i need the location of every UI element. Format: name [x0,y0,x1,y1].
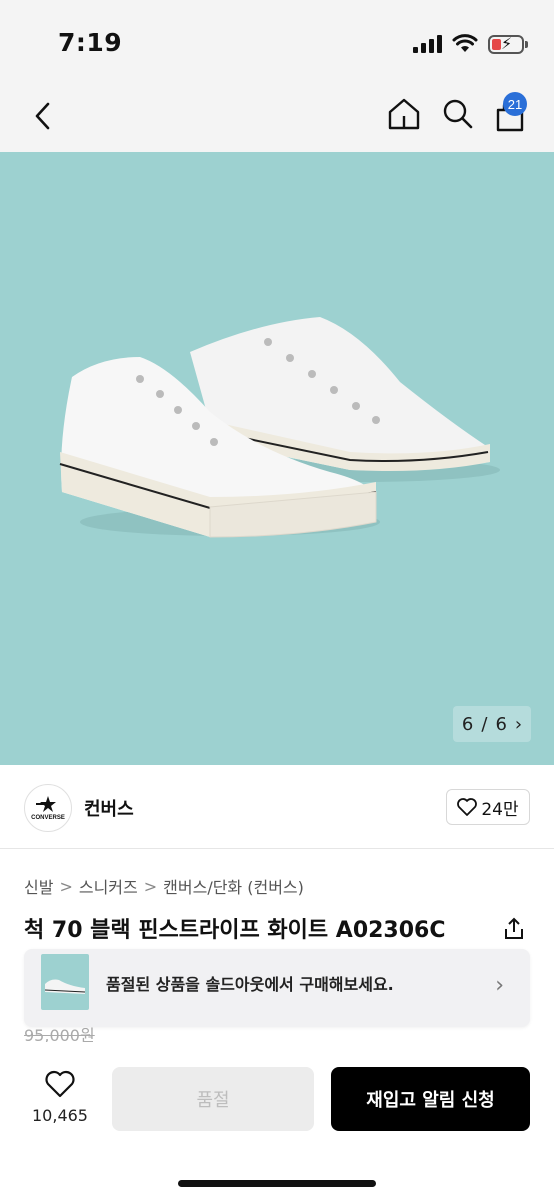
breadcrumb: 신발 > 스니커즈 > 캔버스/단화 (컨버스) [24,874,304,898]
nav-bar [0,84,554,152]
breadcrumb-item[interactable]: 캔버스/단화 (컨버스) [163,874,304,898]
status-bar: 7:19 ⚡ [0,0,554,84]
image-counter[interactable]: 6 / 6 › [453,706,531,742]
bottom-action-bar: 10,465 품절 재입고 알림 신청 [0,1044,554,1200]
soldout-button: 품절 [112,1067,314,1131]
breadcrumb-separator: > [143,876,158,896]
breadcrumb-item[interactable]: 신발 [24,874,53,898]
wishlist-count: 10,465 [32,1106,88,1125]
brand-row: CONVERSE 컨버스 24만 [0,765,554,849]
image-counter-separator: / [481,713,488,735]
sneaker-illustration [59,317,500,538]
converse-star-icon [36,796,56,812]
image-counter-total: 6 [495,713,507,735]
banner-thumbnail [41,954,89,1010]
soldout-banner-text: 품절된 상품을 솔드아웃에서 구매해보세요. [106,975,394,994]
breadcrumb-separator: > [59,876,73,896]
search-icon[interactable] [438,94,478,134]
back-icon[interactable] [28,98,58,134]
battery-icon: ⚡ [488,34,528,54]
product-image[interactable]: 6 / 6 › [0,152,554,765]
image-counter-current: 6 [461,713,474,735]
soldout-banner[interactable]: 품절된 상품을 솔드아웃에서 구매해보세요. › [24,949,530,1027]
cart-count-badge: 21 [503,92,527,116]
breadcrumb-item[interactable]: 스니커즈 [79,874,138,898]
status-icons: ⚡ [413,34,528,54]
heart-icon [457,798,478,816]
brand-logo-text: CONVERSE [31,815,65,821]
chevron-right-icon: › [514,713,523,735]
brand-like-count: 24만 [481,799,519,820]
heart-icon [45,1070,75,1098]
wishlist-button[interactable]: 10,465 [28,1070,92,1125]
home-icon[interactable] [384,94,424,134]
signal-icon [413,35,442,53]
home-indicator [178,1180,376,1187]
chevron-right-icon: › [495,973,504,998]
wifi-icon [452,34,478,52]
brand-name[interactable]: 컨버스 [84,795,134,821]
sneaker-thumbnail-icon [44,979,86,994]
restock-alert-button[interactable]: 재입고 알림 신청 [331,1067,530,1131]
brand-logo[interactable]: CONVERSE [24,784,72,832]
brand-like-button[interactable]: 24만 [446,789,530,825]
product-title: 척 70 블랙 핀스트라이프 화이트 A02306C [24,918,446,943]
status-time: 7:19 [58,28,123,57]
share-icon[interactable] [502,916,526,940]
